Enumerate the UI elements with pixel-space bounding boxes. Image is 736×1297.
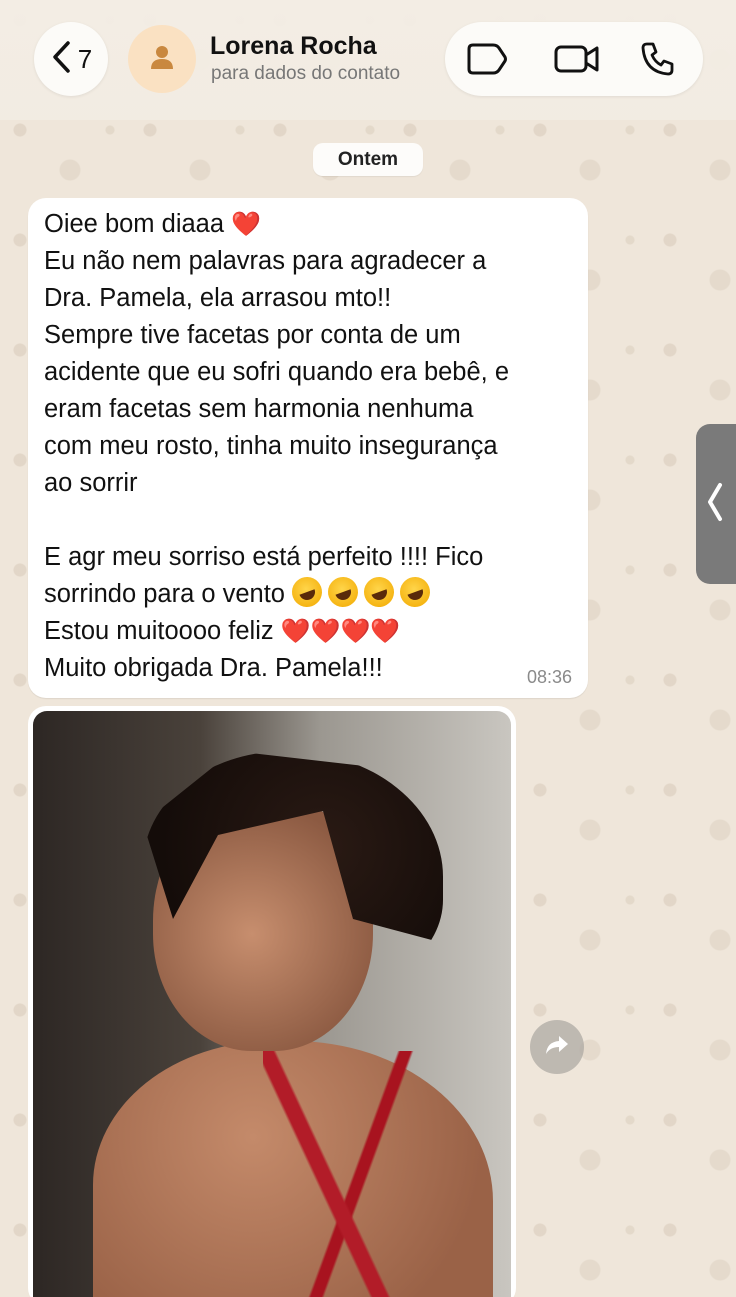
forward-arrow-icon (544, 1034, 570, 1061)
date-separator: Ontem (313, 143, 423, 176)
message-line: eram facetas sem harmonia nenhuma (44, 395, 474, 423)
forward-button[interactable] (530, 1020, 584, 1074)
message-line: Dra. Pamela, ela arrasou mto!! (44, 284, 392, 312)
video-camera-icon (553, 45, 601, 81)
message-line: Estou muitoooo feliz ❤️❤️❤️❤️ (44, 617, 401, 645)
voice-call-button[interactable] (639, 41, 683, 77)
person-icon (149, 44, 175, 75)
laughing-emoji (323, 572, 363, 612)
heart-emoji: ❤️ (231, 211, 262, 238)
back-button[interactable]: 7 (34, 22, 108, 96)
video-call-button[interactable] (553, 41, 599, 77)
message-line: ao sorrir (44, 469, 138, 497)
message-bubble[interactable]: Oiee bom diaaa ❤️ Eu não nem palavras pa… (28, 198, 588, 698)
photo-dress (263, 1051, 423, 1297)
chat-header: 7 Lorena Rocha para dados do contato (0, 0, 736, 120)
chevron-left-icon (50, 40, 72, 79)
laughing-emoji (359, 572, 399, 612)
phone-icon (639, 42, 679, 81)
heart-emoji: ❤️ (370, 618, 401, 645)
heart-emoji: ❤️ (340, 618, 371, 645)
side-panel-tab[interactable] (696, 424, 736, 584)
message-line: acidente que eu sofri quando era bebê, e (44, 358, 510, 386)
message-time: 08:36 (526, 667, 572, 687)
unread-count: 7 (77, 43, 93, 74)
photo[interactable] (33, 711, 511, 1297)
message-line: sorrindo para o vento (44, 572, 570, 613)
heart-emoji: ❤️ (280, 618, 311, 645)
call-actions (445, 22, 703, 96)
chevron-left-icon (706, 482, 724, 527)
message-line: Eu não nem palavras para agradecer a (44, 247, 487, 275)
contact-name[interactable]: Lorena Rocha (210, 32, 377, 61)
message-line: com meu rosto, tinha muito insegurança (44, 432, 498, 460)
laughing-emoji (395, 572, 435, 612)
avatar[interactable] (128, 25, 196, 93)
tag-icon (465, 43, 509, 81)
label-button[interactable] (465, 41, 509, 77)
photo-message[interactable] (28, 706, 516, 1297)
heart-emoji: ❤️ (310, 618, 341, 645)
message-line: Oiee bom diaaa ❤️ (44, 210, 262, 238)
message-line: E agr meu sorriso está perfeito !!!! Fic… (44, 543, 484, 571)
message-line: Sempre tive facetas por conta de um (44, 321, 461, 349)
message-line: Muito obrigada Dra. Pamela!!! (44, 654, 383, 682)
contact-subtitle[interactable]: para dados do contato (211, 63, 400, 85)
laughing-emoji (287, 572, 327, 612)
